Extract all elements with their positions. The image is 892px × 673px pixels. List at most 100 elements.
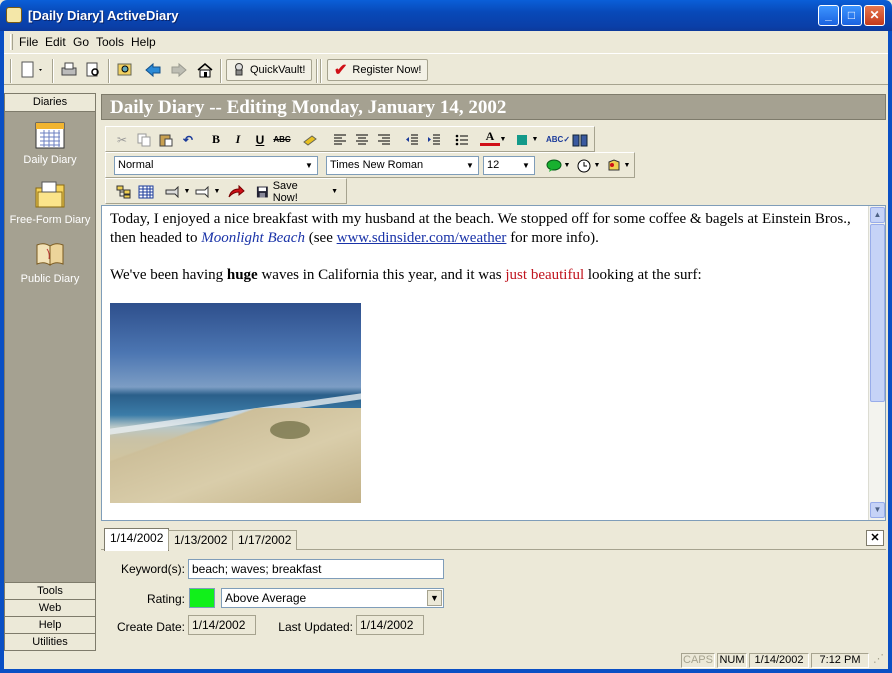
rating-select[interactable]: Above Average ▼ bbox=[221, 588, 444, 608]
entry-place-name: Moonlight Beach bbox=[201, 230, 305, 246]
indent-icon[interactable] bbox=[424, 130, 444, 149]
font-color-icon[interactable]: A bbox=[480, 129, 500, 146]
save-now-button[interactable]: Save Now! ▼ bbox=[256, 180, 338, 204]
font-size-value: 12 bbox=[487, 159, 500, 171]
menu-file[interactable]: File bbox=[19, 35, 38, 49]
sidebar-section-web[interactable]: Web bbox=[5, 599, 95, 616]
toolbar-separator bbox=[108, 59, 110, 83]
cut-icon[interactable]: ✂ bbox=[112, 130, 132, 149]
print-icon[interactable] bbox=[58, 59, 80, 81]
sidebar-item-public-diary[interactable]: Public Diary bbox=[5, 239, 95, 285]
forward-arrow-icon[interactable] bbox=[168, 59, 190, 81]
copy-icon[interactable] bbox=[134, 130, 154, 149]
entry-paragraph-1: Today, I enjoyed a nice breakfast with m… bbox=[110, 210, 862, 248]
entry-bold-text: huge bbox=[226, 267, 258, 283]
scroll-down-icon[interactable]: ▼ bbox=[870, 502, 885, 518]
close-icon[interactable]: ✕ bbox=[866, 530, 884, 546]
window-title: [Daily Diary] ActiveDiary bbox=[28, 8, 179, 23]
rating-label: Rating: bbox=[146, 592, 185, 606]
tree-view-icon[interactable] bbox=[114, 182, 134, 201]
chevron-down-icon[interactable]: ▼ bbox=[427, 590, 442, 606]
maximize-button[interactable]: □ bbox=[841, 5, 862, 26]
bullet-list-icon[interactable] bbox=[452, 130, 472, 149]
spellcheck-icon[interactable]: ABC✓ bbox=[546, 130, 570, 149]
print-preview-icon[interactable] bbox=[82, 59, 104, 81]
bubble-dropdown-icon[interactable]: ▼ bbox=[562, 156, 572, 175]
sidebar-item-free-form-diary[interactable]: Free-Form Diary bbox=[5, 180, 95, 226]
new-icon[interactable] bbox=[18, 59, 48, 81]
checkmark-icon: ✔ bbox=[334, 62, 348, 79]
chevron-down-icon: ▼ bbox=[466, 161, 474, 170]
sidebar-item-daily-diary[interactable]: Daily Diary bbox=[5, 120, 95, 166]
home-icon[interactable] bbox=[194, 59, 216, 81]
register-now-button[interactable]: ✔ Register Now! bbox=[327, 59, 429, 81]
hyperlink-arrow-icon[interactable] bbox=[226, 182, 246, 201]
diaries-header[interactable]: Diaries bbox=[5, 94, 95, 112]
diary-entry-editor[interactable]: Today, I enjoyed a nice breakfast with m… bbox=[101, 205, 886, 521]
beach-photo[interactable] bbox=[110, 303, 361, 503]
tab-1-14-2002[interactable]: 1/14/2002 bbox=[104, 528, 170, 551]
back-arrow-icon[interactable] bbox=[142, 59, 164, 81]
scroll-up-icon[interactable]: ▲ bbox=[870, 207, 885, 223]
clock-dropdown-icon[interactable]: ▼ bbox=[592, 156, 602, 175]
speech-bubble-icon[interactable] bbox=[544, 156, 564, 175]
calendar-icon bbox=[34, 120, 66, 150]
tab-1-13-2002[interactable]: 1/13/2002 bbox=[168, 530, 234, 550]
save-dropdown-icon[interactable]: ▼ bbox=[331, 188, 338, 195]
sidebar-section-help[interactable]: Help bbox=[5, 616, 95, 633]
close-button[interactable]: ✕ bbox=[864, 5, 885, 26]
minimize-button[interactable]: _ bbox=[818, 5, 839, 26]
insert-link-dropdown-icon[interactable]: ▼ bbox=[212, 182, 222, 201]
font-family-select[interactable]: Times New Roman ▼ bbox=[326, 156, 479, 175]
thesaurus-icon[interactable] bbox=[570, 130, 590, 149]
align-right-icon[interactable] bbox=[374, 130, 394, 149]
toolbar-separator bbox=[316, 59, 318, 83]
background-color-icon[interactable] bbox=[512, 130, 532, 149]
clock-icon[interactable] bbox=[574, 156, 594, 175]
paragraph-style-select[interactable]: Normal ▼ bbox=[114, 156, 318, 175]
undo-icon[interactable]: ↶ bbox=[178, 130, 198, 149]
insert-link-icon[interactable] bbox=[194, 182, 214, 201]
menu-bar: File Edit Go Tools Help bbox=[4, 32, 888, 52]
weather-link[interactable]: www.sdinsider.com/weather bbox=[337, 230, 507, 246]
align-left-icon[interactable] bbox=[330, 130, 350, 149]
italic-icon[interactable]: I bbox=[228, 130, 248, 149]
background-color-dropdown-icon[interactable]: ▼ bbox=[530, 130, 540, 149]
quickvault-button[interactable]: QuickVault! bbox=[226, 59, 313, 81]
underline-icon[interactable]: U bbox=[250, 130, 270, 149]
formatting-toolbar-row-1: ✂ ↶ B I U ABC A ▼ ▼ ABC✓ bbox=[105, 126, 595, 152]
tab-1-17-2002[interactable]: 1/17/2002 bbox=[232, 530, 298, 550]
rating-color-swatch[interactable] bbox=[189, 588, 215, 608]
menu-tools[interactable]: Tools bbox=[96, 35, 124, 49]
insert-image-dropdown-icon[interactable]: ▼ bbox=[182, 182, 192, 201]
paste-icon[interactable] bbox=[156, 130, 176, 149]
sidebar-section-utilities[interactable]: Utilities bbox=[5, 633, 95, 650]
rating-value: Above Average bbox=[225, 591, 307, 605]
last-updated-label: Last Updated: bbox=[278, 620, 353, 634]
menu-help[interactable]: Help bbox=[131, 35, 156, 49]
outdent-icon[interactable] bbox=[402, 130, 422, 149]
create-date-label: Create Date: bbox=[116, 620, 185, 634]
keywords-input[interactable]: beach; waves; breakfast bbox=[188, 559, 444, 579]
status-bar: CAPS NUM 1/14/2002 7:12 PM ⋰ bbox=[4, 652, 888, 669]
insert-image-icon[interactable] bbox=[164, 182, 184, 201]
find-icon[interactable] bbox=[114, 59, 136, 81]
align-center-icon[interactable] bbox=[352, 130, 372, 149]
strikethrough-icon[interactable]: ABC bbox=[272, 130, 292, 149]
table-icon[interactable] bbox=[136, 182, 156, 201]
resize-grip-icon[interactable]: ⋰ bbox=[871, 653, 886, 668]
entry-content[interactable]: Today, I enjoyed a nice breakfast with m… bbox=[110, 210, 862, 303]
font-size-select[interactable]: 12 ▼ bbox=[483, 156, 535, 175]
sidebar-section-tools[interactable]: Tools bbox=[5, 582, 95, 599]
insert-special-dropdown-icon[interactable]: ▼ bbox=[622, 156, 632, 175]
font-color-dropdown-icon[interactable]: ▼ bbox=[498, 130, 508, 149]
editor-vertical-scrollbar[interactable]: ▲ ▼ bbox=[868, 206, 885, 520]
create-date-value: 1/14/2002 bbox=[188, 615, 256, 635]
title-bar[interactable]: [Daily Diary] ActiveDiary _ □ ✕ bbox=[0, 0, 892, 31]
menu-go[interactable]: Go bbox=[73, 35, 89, 49]
highlight-icon[interactable] bbox=[300, 130, 320, 149]
bold-icon[interactable]: B bbox=[206, 130, 226, 149]
menu-edit[interactable]: Edit bbox=[45, 35, 66, 49]
scroll-thumb[interactable] bbox=[870, 224, 885, 402]
insert-special-icon[interactable] bbox=[604, 156, 624, 175]
